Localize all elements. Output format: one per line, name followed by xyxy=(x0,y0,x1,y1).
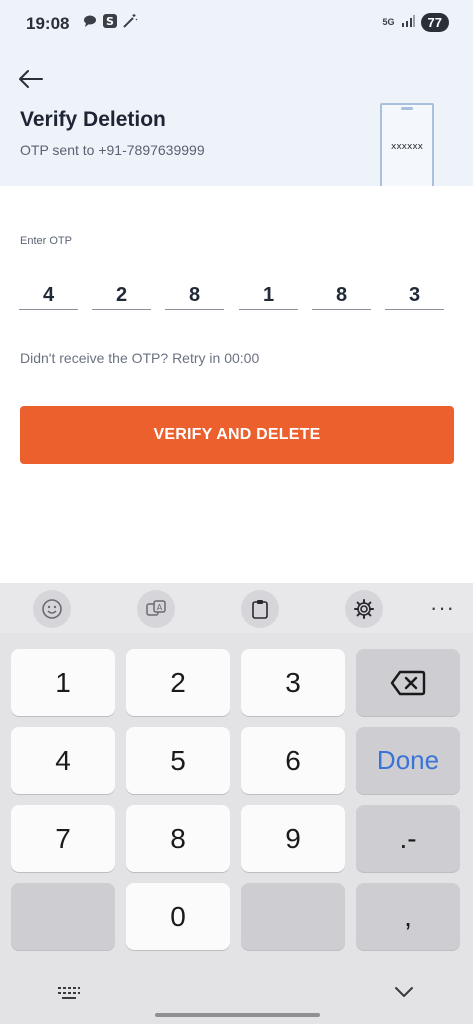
key-0[interactable]: 0 xyxy=(126,883,230,950)
phone-illustration: xxxxxx xyxy=(380,103,434,195)
keyboard-switch-icon[interactable] xyxy=(56,985,82,1006)
system-status: 5G 77 xyxy=(383,13,449,32)
otp-sent-subtitle: OTP sent to +91-7897639999 xyxy=(20,142,205,158)
translate-icon[interactable]: A xyxy=(137,590,175,628)
back-arrow-icon[interactable] xyxy=(18,68,44,90)
key-3[interactable]: 3 xyxy=(241,649,345,716)
key-4[interactable]: 4 xyxy=(11,727,115,794)
otp-digit-4[interactable]: 1 xyxy=(239,280,298,310)
emoji-icon[interactable] xyxy=(33,590,71,628)
svg-text:S: S xyxy=(106,15,114,28)
otp-digit-2[interactable]: 2 xyxy=(92,280,151,310)
chevron-down-icon[interactable] xyxy=(393,984,415,1005)
key-8[interactable]: 8 xyxy=(126,805,230,872)
retry-otp-text[interactable]: Didn't receive the OTP? Retry in 00:00 xyxy=(20,350,259,366)
notification-icons: S xyxy=(82,13,138,29)
dot-dash-key[interactable]: .- xyxy=(356,805,460,872)
masked-otp-text: xxxxxx xyxy=(391,142,424,152)
otp-digit-3[interactable]: 8 xyxy=(165,280,224,310)
settings-gear-icon[interactable] xyxy=(345,590,383,628)
clipboard-icon[interactable] xyxy=(241,590,279,628)
keyboard-toolbar: A ··· xyxy=(0,583,473,633)
otp-label: Enter OTP xyxy=(20,235,72,247)
backspace-icon xyxy=(390,670,426,695)
signal-icon xyxy=(401,14,415,32)
battery-badge: 77 xyxy=(420,13,449,32)
network-type: 5G xyxy=(382,17,395,27)
blank-key-right[interactable] xyxy=(241,883,345,950)
status-time: 19:08 xyxy=(26,14,70,33)
otp-digit-6[interactable]: 3 xyxy=(385,280,444,310)
verify-and-delete-button[interactable]: VERIFY AND DELETE xyxy=(20,406,454,464)
key-9[interactable]: 9 xyxy=(241,805,345,872)
otp-input-row: 4 2 8 1 8 3 xyxy=(19,280,445,312)
home-indicator[interactable] xyxy=(155,1013,320,1017)
page-title: Verify Deletion xyxy=(20,108,166,131)
status-bar: 19:08 S 5G 77 xyxy=(0,0,473,46)
blank-key-left[interactable] xyxy=(11,883,115,950)
done-key[interactable]: Done xyxy=(356,727,460,794)
key-6[interactable]: 6 xyxy=(241,727,345,794)
key-7[interactable]: 7 xyxy=(11,805,115,872)
otp-digit-1[interactable]: 4 xyxy=(19,280,78,310)
magic-wand-icon xyxy=(122,13,138,29)
numeric-keyboard: A ··· 1 2 3 4 5 6 Done 7 8 9 .- 0 , xyxy=(0,583,473,1024)
svg-text:A: A xyxy=(157,603,163,612)
key-2[interactable]: 2 xyxy=(126,649,230,716)
more-options-icon[interactable]: ··· xyxy=(430,595,455,621)
comma-key[interactable]: , xyxy=(356,883,460,950)
app-s-icon: S xyxy=(102,13,118,29)
otp-digit-5[interactable]: 8 xyxy=(312,280,371,310)
key-5[interactable]: 5 xyxy=(126,727,230,794)
key-1[interactable]: 1 xyxy=(11,649,115,716)
backspace-key[interactable] xyxy=(356,649,460,716)
keyboard-nav-bar xyxy=(0,980,473,1024)
chat-bubble-icon xyxy=(82,13,98,29)
header-area: 19:08 S 5G 77 Verify Deletion OTP sent t… xyxy=(0,0,473,195)
